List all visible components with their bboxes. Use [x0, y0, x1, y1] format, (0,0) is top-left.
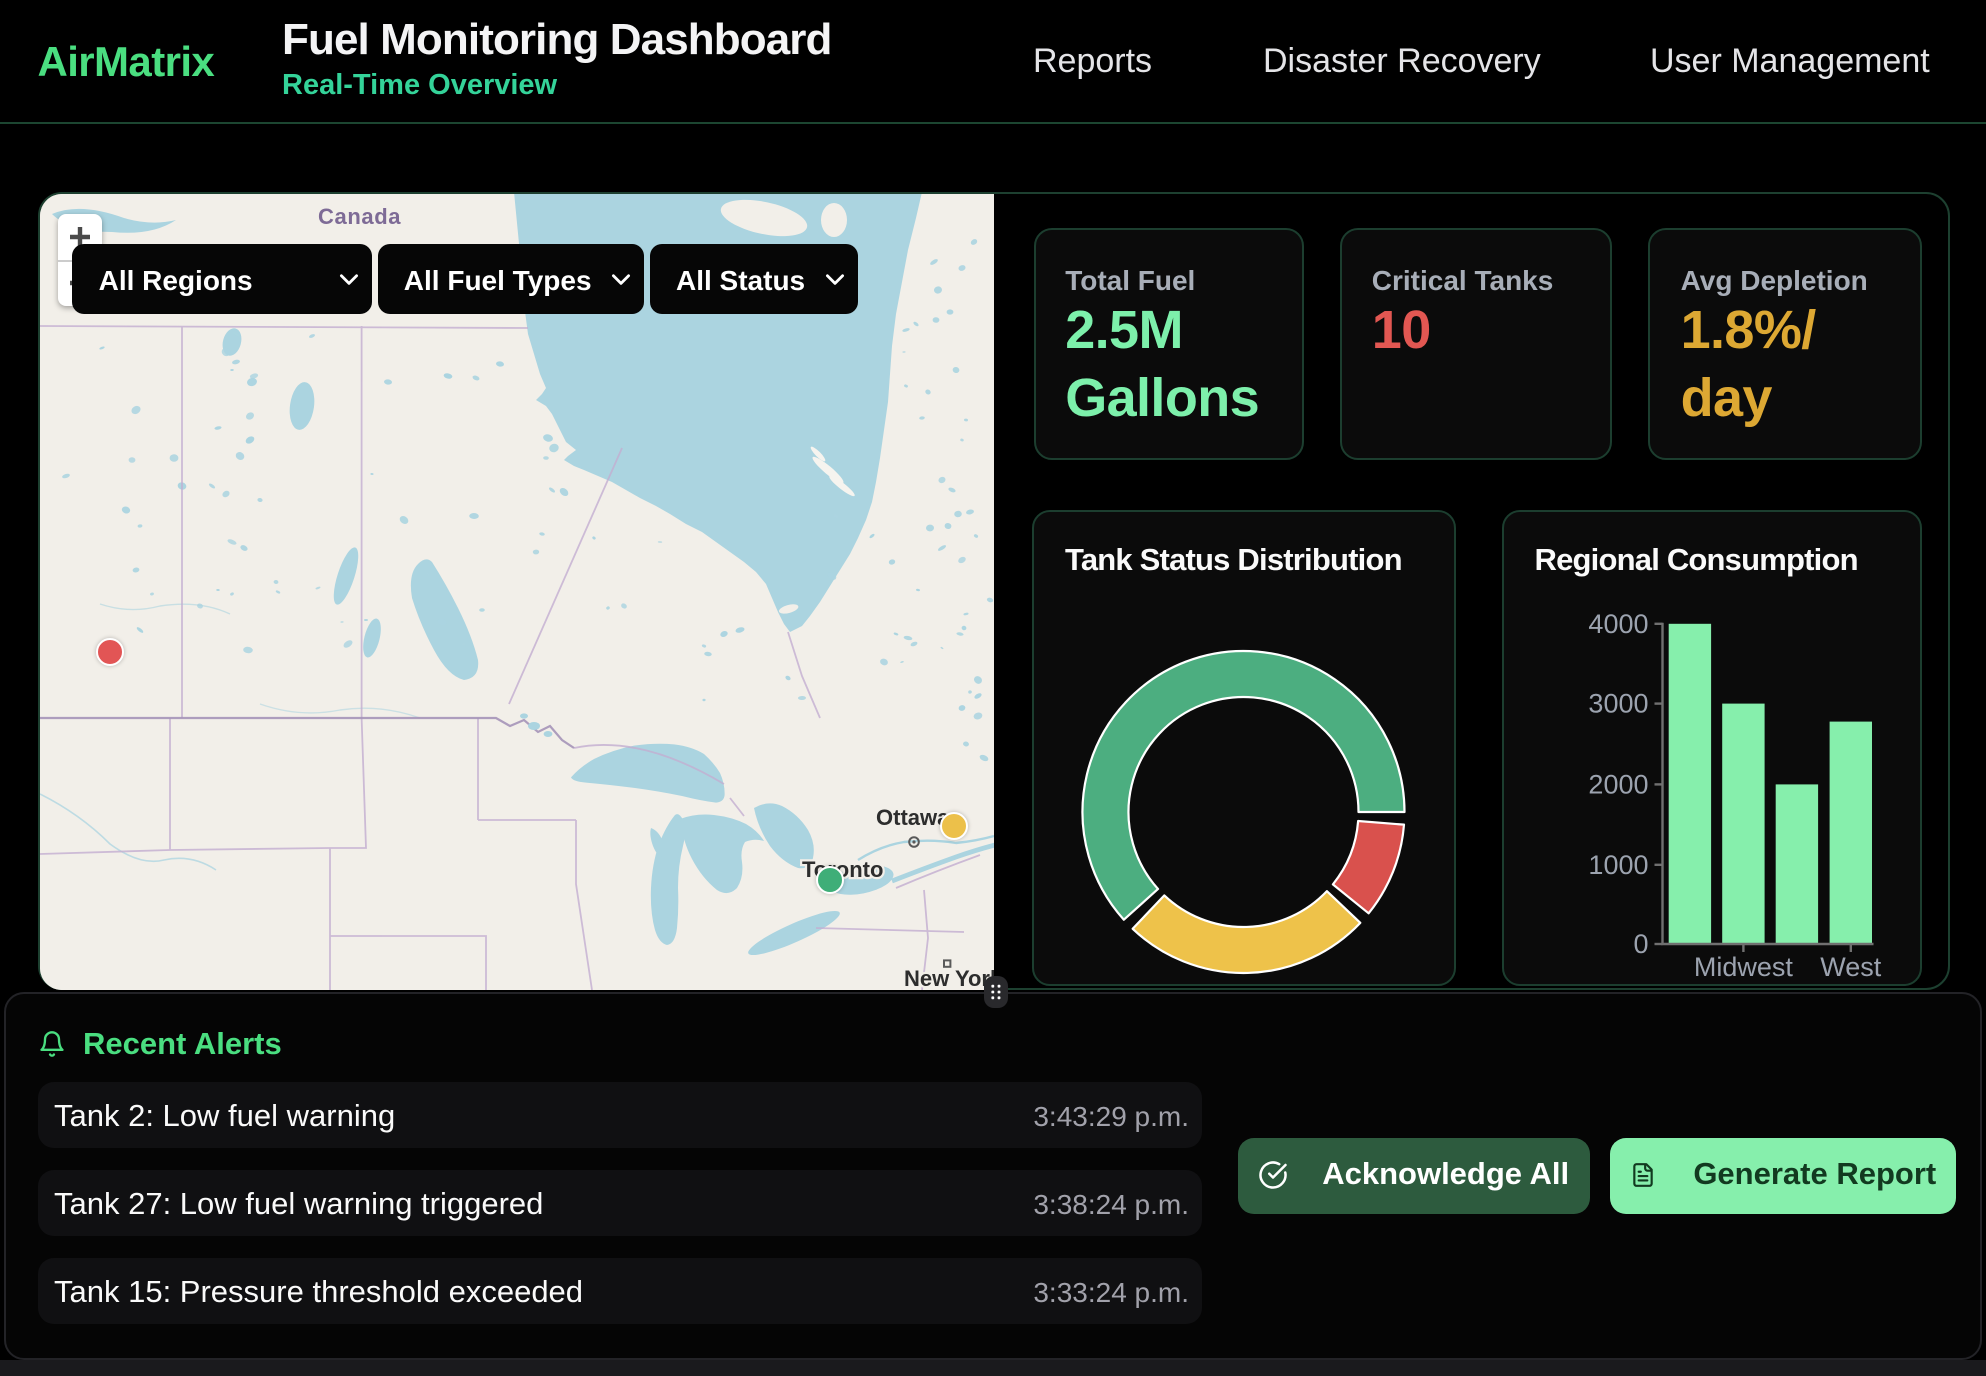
svg-text:Ottawa: Ottawa: [875, 804, 949, 829]
svg-text:Midwest: Midwest: [1694, 952, 1794, 982]
svg-text:New York: New York: [903, 965, 994, 989]
svg-text:Canada: Canada: [317, 203, 400, 228]
svg-text:0: 0: [1634, 929, 1649, 959]
svg-text:West: West: [1821, 952, 1883, 982]
svg-text:4000: 4000: [1589, 609, 1649, 639]
svg-text:2000: 2000: [1589, 769, 1649, 799]
svg-text:1000: 1000: [1589, 850, 1649, 880]
svg-text:3000: 3000: [1589, 688, 1649, 718]
